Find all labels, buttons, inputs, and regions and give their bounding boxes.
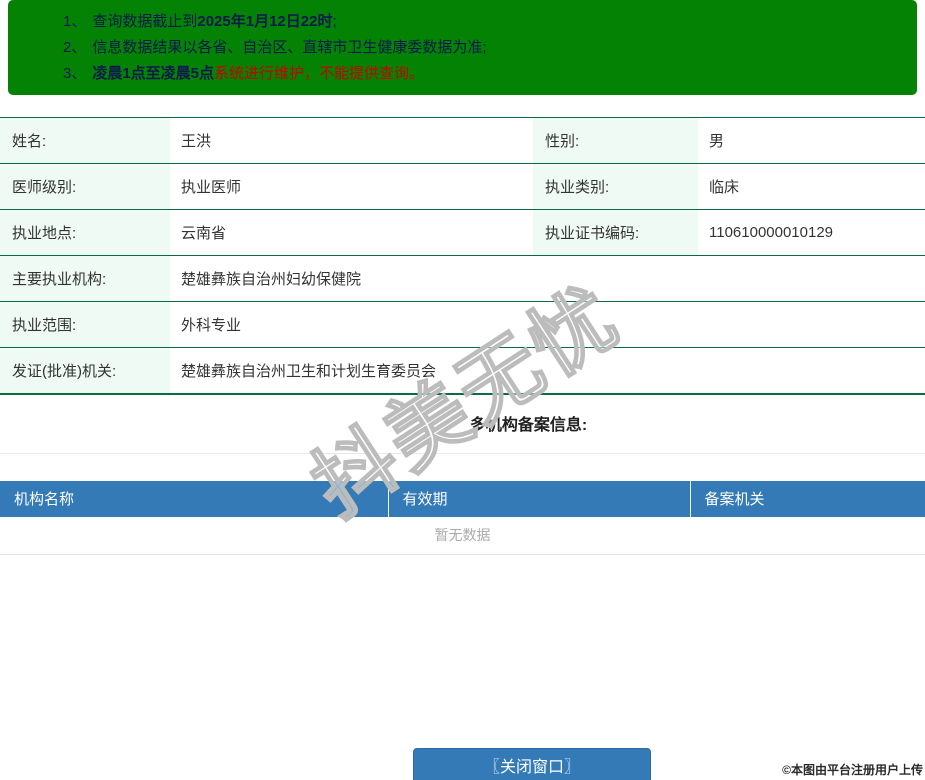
info-row-location-certificate: 执业地点: 云南省 执业证书编码: 110610000010129 bbox=[0, 209, 925, 256]
field-value-name: 王洪 bbox=[170, 117, 533, 164]
multi-org-section-header: 多机构备案信息: bbox=[0, 395, 925, 454]
field-label-certificate-number: 执业证书编码: bbox=[533, 209, 698, 256]
field-value-doctor-level: 执业医师 bbox=[170, 163, 533, 210]
info-row-issuing-authority: 发证(批准)机关: 楚雄彝族自治州卫生和计划生育委员会 bbox=[0, 347, 925, 395]
record-column-filing-authority: 备案机关 bbox=[690, 480, 925, 517]
notice-banner: 1、 查询数据截止到2025年1月12日22时; 2、 信息数据结果以各省、自治区、… bbox=[8, 0, 917, 95]
info-row-name-gender: 姓名: 王洪 性别: 男 bbox=[0, 117, 925, 164]
notice-line-1-number: 1、 bbox=[63, 13, 87, 30]
field-label-issuing-authority: 发证(批准)机关: bbox=[0, 347, 170, 395]
field-value-certificate-number: 110610000010129 bbox=[698, 209, 925, 256]
field-label-doctor-level: 医师级别: bbox=[0, 163, 170, 210]
field-label-practice-scope: 执业范围: bbox=[0, 301, 170, 348]
notice-line-1-tail: ; bbox=[332, 13, 337, 30]
notice-line-3-bold: 凌晨1点至凌晨5点 bbox=[92, 65, 215, 82]
notice-line-1-bold: 2025年1月12日22时 bbox=[197, 13, 333, 30]
record-column-validity-period: 有效期 bbox=[388, 480, 691, 517]
field-value-practice-scope: 外科专业 bbox=[170, 301, 925, 348]
field-label-practice-category: 执业类别: bbox=[533, 163, 698, 210]
notice-line-1-text: 查询数据截止到 bbox=[92, 13, 198, 30]
record-table-header-row: 机构名称 有效期 备案机关 bbox=[0, 480, 925, 517]
close-window-button[interactable]: 〖关闭窗口〗 bbox=[413, 748, 651, 780]
field-value-issuing-authority: 楚雄彝族自治州卫生和计划生育委员会 bbox=[170, 347, 925, 395]
field-label-main-institution: 主要执业机构: bbox=[0, 255, 170, 302]
record-column-institution-name: 机构名称 bbox=[0, 480, 389, 517]
multi-org-record-table: 机构名称 有效期 备案机关 暂无数据 bbox=[0, 480, 925, 555]
info-row-level-category: 医师级别: 执业医师 执业类别: 临床 bbox=[0, 163, 925, 210]
field-value-main-institution: 楚雄彝族自治州妇幼保健院 bbox=[170, 255, 925, 302]
copyright-notice: ©本图由平台注册用户上传 bbox=[782, 763, 923, 777]
notice-line-2-text: 信息数据结果以各省、自治区、直辖市卫生健康委数据为准; bbox=[92, 39, 487, 56]
notice-line-2: 2、 信息数据结果以各省、自治区、直辖市卫生健康委数据为准; bbox=[63, 35, 897, 61]
field-value-practice-category: 临床 bbox=[698, 163, 925, 210]
field-value-gender: 男 bbox=[698, 117, 925, 164]
field-label-practice-location: 执业地点: bbox=[0, 209, 170, 256]
notice-line-3-tail: 系统进行维护，不能提供查询。 bbox=[214, 65, 425, 82]
notice-line-3-number: 3、 bbox=[63, 65, 87, 82]
field-label-name: 姓名: bbox=[0, 117, 170, 164]
multi-org-section-title: 多机构备案信息: bbox=[469, 416, 588, 434]
record-table-empty-row: 暂无数据 bbox=[0, 516, 925, 555]
empty-state-text: 暂无数据 bbox=[0, 516, 925, 555]
info-row-practice-scope: 执业范围: 外科专业 bbox=[0, 301, 925, 348]
practitioner-info-table: 姓名: 王洪 性别: 男 医师级别: 执业医师 执业类别: 临床 执业地点: 云… bbox=[0, 117, 925, 395]
field-label-gender: 性别: bbox=[533, 117, 698, 164]
notice-line-2-number: 2、 bbox=[63, 39, 87, 56]
field-value-practice-location: 云南省 bbox=[170, 209, 533, 256]
info-row-main-institution: 主要执业机构: 楚雄彝族自治州妇幼保健院 bbox=[0, 255, 925, 302]
notice-line-3: 3、 凌晨1点至凌晨5点系统进行维护，不能提供查询。 bbox=[63, 61, 897, 87]
notice-line-1: 1、 查询数据截止到2025年1月12日22时; bbox=[63, 9, 897, 35]
